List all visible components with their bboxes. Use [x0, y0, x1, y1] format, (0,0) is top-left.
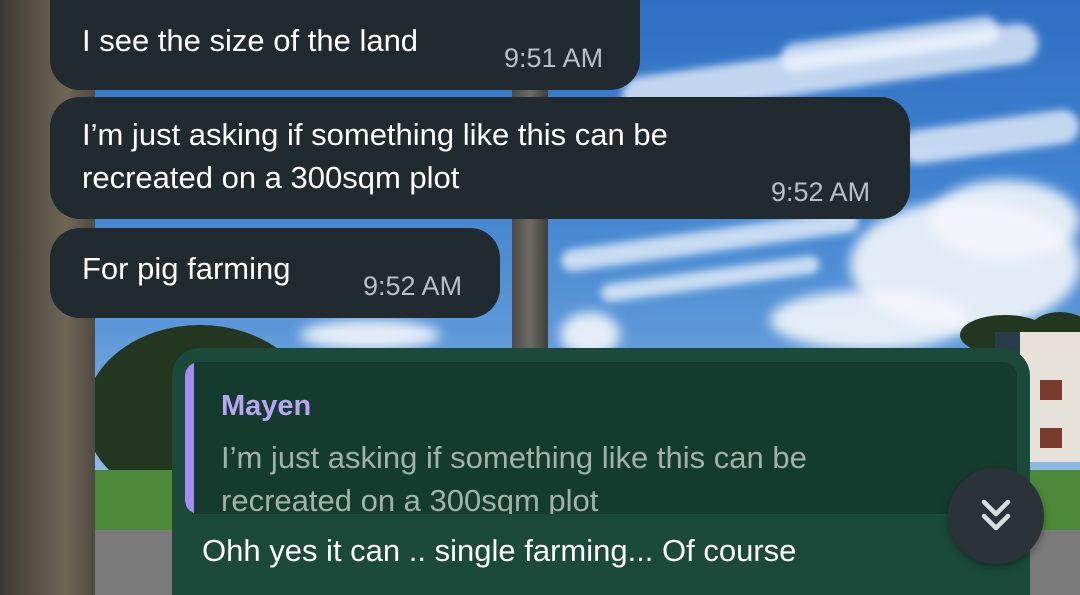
message-text: I see the size of the land — [82, 23, 419, 58]
message-bubble-incoming[interactable]: I see the size of the land 9:51 AM — [50, 0, 640, 90]
quoted-message[interactable]: Mayen I’m just asking if something like … — [185, 362, 1017, 514]
message-text: I’m just asking if something like this c… — [82, 117, 668, 195]
quoted-text: I’m just asking if something like this c… — [221, 440, 807, 514]
message-bubble-incoming[interactable]: For pig farming 9:52 AM — [50, 228, 500, 318]
quote-accent-bar — [185, 362, 194, 514]
message-timestamp: 9:52 AM — [363, 271, 463, 301]
message-text: For pig farming — [82, 251, 291, 286]
message-text: Ohh yes it can .. single farming... Of c… — [202, 533, 797, 568]
quoted-author: Mayen — [221, 390, 312, 422]
message-bubble-incoming[interactable]: I’m just asking if something like this c… — [50, 97, 910, 219]
message-timestamp: 9:52 AM — [771, 177, 871, 207]
double-chevron-down-icon — [981, 499, 1011, 531]
scroll-to-bottom-button[interactable] — [948, 468, 1044, 564]
message-bubble-outgoing[interactable]: Mayen I’m just asking if something like … — [172, 348, 1030, 595]
message-timestamp: 9:51 AM — [504, 43, 604, 73]
